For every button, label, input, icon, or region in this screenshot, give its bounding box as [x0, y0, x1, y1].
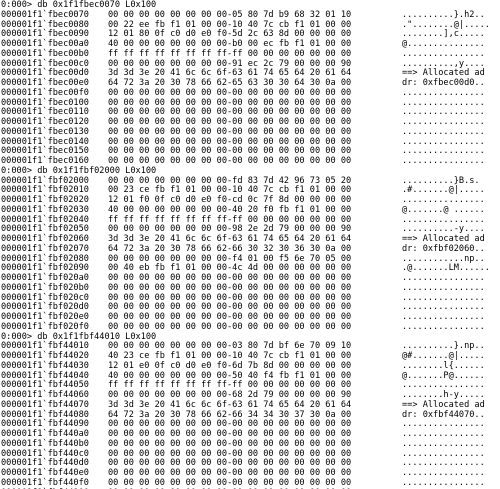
debugger-console-output[interactable]: 0:000> db 0x1f1fbec0070 L0x100 000001f1`f… — [0, 0, 500, 489]
memory-ascii: ................ — [402, 321, 485, 332]
memory-ascii: ................ — [402, 156, 485, 166]
